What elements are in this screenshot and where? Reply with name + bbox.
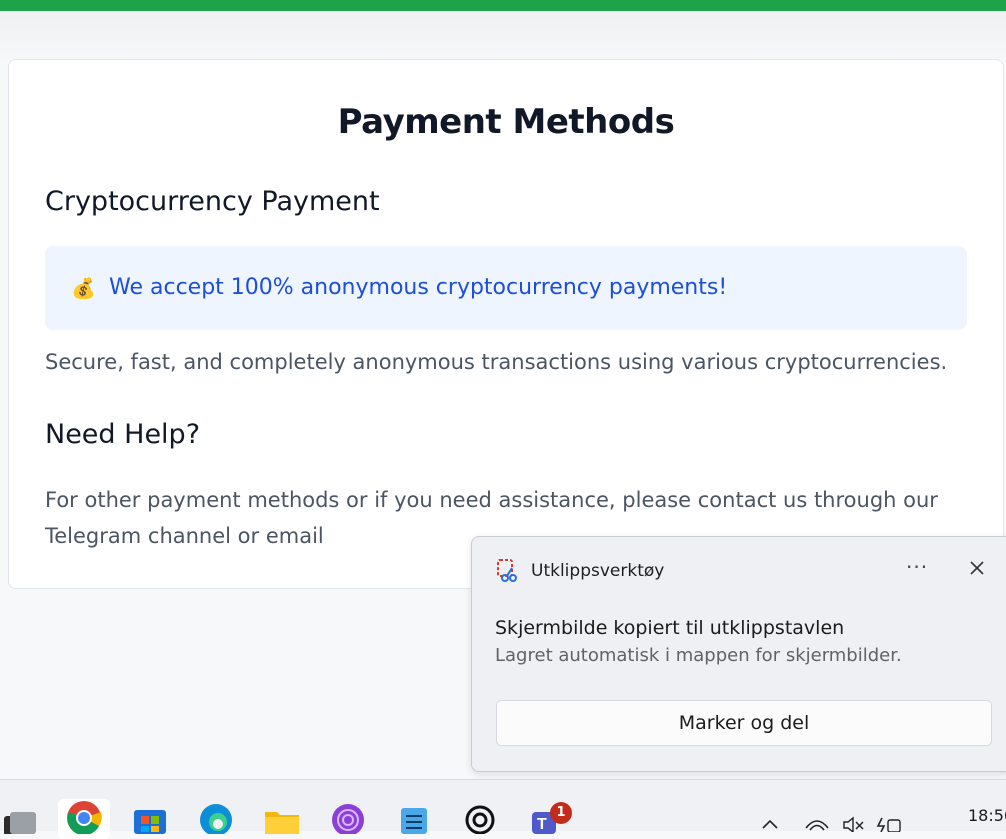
- close-icon[interactable]: [968, 559, 986, 577]
- chrome-icon[interactable]: [66, 798, 102, 834]
- file-explorer-icon[interactable]: [264, 798, 300, 834]
- microsoft-store-icon[interactable]: [132, 798, 168, 834]
- svg-text:T: T: [537, 816, 547, 833]
- notepad-icon[interactable]: [396, 798, 432, 834]
- taskbar: T 1 18:56: [0, 779, 1006, 839]
- notification-title: Skjermbilde kopiert til utklippstavlen: [495, 617, 845, 639]
- more-options-icon[interactable]: ···: [906, 555, 928, 579]
- page-title: Payment Methods: [337, 102, 675, 142]
- crypto-description: Secure, fast, and completely anonymous t…: [45, 350, 948, 374]
- money-bag-icon: 💰: [71, 276, 96, 300]
- task-view-icon[interactable]: [2, 798, 38, 834]
- header-shade: [0, 11, 1006, 61]
- notification-subtitle: Lagret automatisk i mappen for skjermbil…: [495, 645, 902, 666]
- top-accent-bar: [0, 0, 1006, 11]
- taskbar-clock[interactable]: 18:56: [968, 806, 1006, 825]
- crypto-notice: 💰 We accept 100% anonymous cryptocurrenc…: [45, 246, 967, 330]
- crypto-notice-text: We accept 100% anonymous cryptocurrency …: [109, 275, 728, 300]
- chevron-up-icon[interactable]: [760, 816, 780, 830]
- notification-app-name: Utklippsverktøy: [531, 561, 665, 581]
- crypto-heading: Cryptocurrency Payment: [45, 186, 380, 217]
- mark-and-share-button[interactable]: Marker og del: [496, 700, 992, 746]
- snipping-tool-icon: [497, 559, 517, 582]
- podcast-app-icon[interactable]: [330, 798, 366, 834]
- chatgpt-icon[interactable]: [462, 798, 498, 834]
- edge-icon[interactable]: [198, 798, 234, 834]
- payment-methods-card: Payment Methods Cryptocurrency Payment 💰…: [8, 59, 1004, 589]
- teams-notification-badge: 1: [550, 802, 572, 824]
- snipping-tool-notification[interactable]: Utklippsverktøy ··· Skjermbilde kopiert …: [471, 536, 1006, 772]
- help-heading: Need Help?: [45, 419, 201, 450]
